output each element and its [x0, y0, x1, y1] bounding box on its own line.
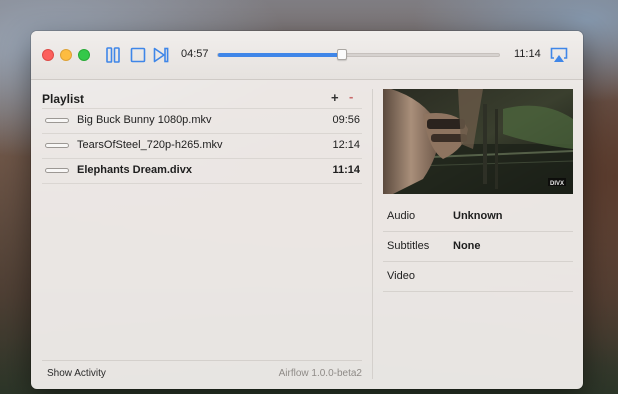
- playlist-item[interactable]: Big Buck Bunny 1080p.mkv 09:56: [42, 108, 362, 134]
- info-value: None: [453, 240, 481, 252]
- player-window: 04:57 11:14 Playlist + - Big Buck Bunny …: [31, 31, 583, 389]
- stop-icon: [130, 47, 146, 63]
- pause-icon: [106, 47, 120, 63]
- info-row-subtitles[interactable]: Subtitles None: [383, 232, 573, 262]
- playlist-item-duration: 11:14: [332, 164, 360, 176]
- seek-bar-fill: [218, 53, 342, 57]
- playlist-item-duration: 09:56: [332, 114, 360, 126]
- total-time: 11:14: [514, 48, 541, 60]
- skip-next-icon: [153, 47, 169, 63]
- add-to-playlist-button[interactable]: +: [331, 90, 339, 105]
- version-label: Airflow 1.0.0-beta2: [278, 368, 362, 379]
- playlist-item-name: TearsOfSteel_720p-h265.mkv: [77, 139, 223, 151]
- stop-button[interactable]: [129, 46, 147, 64]
- show-activity-link[interactable]: Show Activity: [47, 368, 106, 379]
- elapsed-time: 04:57: [181, 48, 209, 60]
- watch-progress-indicator: [45, 143, 69, 148]
- toolbar: 04:57 11:14: [31, 31, 583, 80]
- airplay-button[interactable]: [549, 46, 569, 64]
- watch-progress-indicator: [45, 168, 69, 173]
- next-track-button[interactable]: [152, 46, 170, 64]
- panel-divider: [372, 89, 373, 379]
- info-value: Unknown: [453, 210, 503, 222]
- info-row-video[interactable]: Video: [383, 262, 573, 292]
- info-row-audio[interactable]: Audio Unknown: [383, 202, 573, 232]
- minimize-window-button[interactable]: [60, 49, 72, 61]
- info-key: Audio: [387, 210, 416, 222]
- pause-button[interactable]: [104, 46, 122, 64]
- playlist-item[interactable]: TearsOfSteel_720p-h265.mkv 12:14: [42, 134, 362, 159]
- video-frame-image: DIVX: [383, 89, 573, 194]
- seek-bar[interactable]: [217, 49, 500, 60]
- playlist-item-name: Big Buck Bunny 1080p.mkv: [77, 114, 212, 126]
- footer-divider: [42, 360, 362, 361]
- playlist-item-duration: 12:14: [332, 139, 360, 151]
- playlist-list: Big Buck Bunny 1080p.mkv 09:56 TearsOfSt…: [42, 108, 362, 184]
- playlist-panel: Playlist + - Big Buck Bunny 1080p.mkv 09…: [31, 80, 371, 389]
- seek-bar-knob[interactable]: [336, 49, 347, 60]
- close-window-button[interactable]: [42, 49, 54, 61]
- zoom-window-button[interactable]: [78, 49, 90, 61]
- media-info-table: Audio Unknown Subtitles None Video: [383, 202, 573, 292]
- playlist-item-name: Elephants Dream.divx: [77, 164, 192, 176]
- video-watermark: DIVX: [550, 181, 564, 187]
- playlist-title: Playlist: [42, 92, 85, 106]
- playlist-item-active[interactable]: Elephants Dream.divx 11:14: [42, 159, 362, 184]
- info-key: Video: [387, 270, 415, 282]
- video-preview[interactable]: DIVX: [383, 89, 573, 194]
- watch-progress-indicator: [45, 118, 69, 123]
- remove-from-playlist-button[interactable]: -: [349, 89, 353, 104]
- info-key: Subtitles: [387, 240, 430, 252]
- airplay-icon: [550, 47, 568, 62]
